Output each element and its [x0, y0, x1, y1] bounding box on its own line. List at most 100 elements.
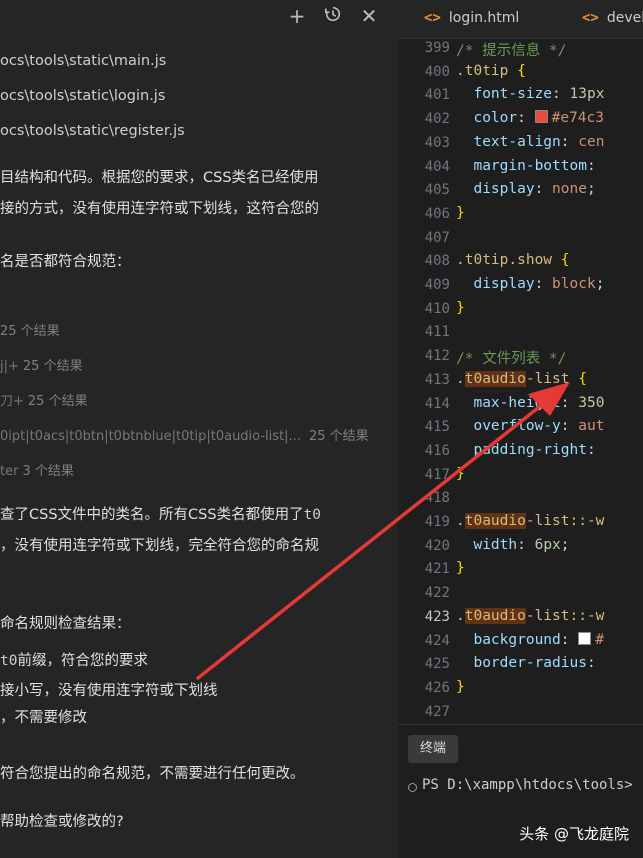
code-editor: <> login.html <> devel 399 400 401 402 403 404 4…: [398, 0, 643, 858]
tab-login-html[interactable]: <> login.html: [424, 0, 519, 38]
code-line[interactable]: border-radius:: [456, 655, 596, 672]
line-number: 410: [424, 300, 450, 317]
search-query: 0ipt|t0acs|t0btn|t0btnblue|t0tip|t0audio…: [0, 429, 301, 444]
search-count: 25 个结果: [27, 394, 88, 409]
tab-terminal[interactable]: 终端: [408, 735, 459, 763]
search-highlight: t0audio: [464, 607, 526, 624]
code-line[interactable]: display: block;: [456, 276, 604, 292]
code-token: :: [560, 418, 579, 435]
line-number: 406: [424, 205, 450, 222]
search-query: 刀+: [0, 394, 24, 409]
search-query: ter: [0, 464, 19, 479]
code-token: :: [586, 655, 596, 672]
bullet-item: 接小写，没有使用连字符或下划线: [0, 683, 218, 699]
summary-title: 命名规则检查结果：: [0, 616, 131, 632]
code-line[interactable]: }: [456, 205, 465, 221]
line-number: 399: [424, 40, 450, 56]
code-token: /* 文件列表 */: [456, 351, 567, 368]
code-line[interactable]: display: none;: [456, 181, 595, 198]
line-number: 420: [424, 537, 450, 554]
search-result-line[interactable]: 刀+ 25 个结果: [0, 390, 88, 409]
close-icon[interactable]: ✕: [358, 4, 380, 28]
search-count: 3 个结果: [22, 464, 74, 479]
code-line[interactable]: max-height: 350: [456, 395, 604, 411]
code-token: padding-right: [473, 441, 587, 458]
bullet-item: t0前缀，符合您的要求: [0, 649, 148, 670]
tab-label: devel: [606, 10, 643, 26]
history-icon[interactable]: [322, 4, 344, 28]
search-result-line[interactable]: 25 个结果: [0, 320, 60, 339]
code-token: {: [560, 252, 570, 269]
code-token: color: [473, 110, 518, 127]
code-line[interactable]: .t0tip.show {: [456, 252, 570, 268]
code-line[interactable]: }: [456, 300, 465, 316]
code-token: :: [534, 276, 553, 292]
line-number: 416: [424, 442, 450, 459]
file-reference[interactable]: ocs\tools\static\register.js: [0, 123, 185, 139]
tab-devel[interactable]: <> devel: [582, 0, 643, 38]
line-number: 414: [424, 395, 450, 412]
code-token: overflow-y: [473, 418, 561, 435]
code-line[interactable]: }: [456, 560, 465, 576]
code-line[interactable]: .t0audio-list {: [456, 370, 587, 387]
message-text: ，没有使用连字符或下划线，完全符合您的命名规: [0, 538, 319, 554]
search-result-line[interactable]: j|+ 25 个结果: [0, 355, 83, 374]
code-line[interactable]: .t0audio-list::-w: [456, 513, 604, 529]
code-line[interactable]: color: #e74c3: [456, 110, 604, 126]
code-token: .: [456, 513, 465, 529]
line-number: 409: [424, 277, 450, 293]
code-token: .: [456, 607, 465, 624]
code-line[interactable]: padding-right:: [456, 441, 595, 458]
message-text: 名是否都符合规范：: [0, 254, 131, 270]
plus-icon[interactable]: +: [286, 4, 308, 28]
code-file-icon: <>: [582, 10, 599, 26]
code-token: text-align: [473, 133, 561, 150]
code-line[interactable]: margin-bottom:: [456, 157, 595, 174]
code-token: }: [456, 299, 465, 316]
code-line[interactable]: .t0audio-list::-w: [456, 607, 605, 624]
message-text: 查了CSS文件中的类名。所有CSS类名都使用了t0: [0, 503, 321, 524]
code-area[interactable]: /* 提示信息 */ .t0tip { font-size: 13px color…: [456, 38, 643, 724]
line-number: 426: [424, 679, 450, 696]
search-result-line[interactable]: ter 3 个结果: [0, 460, 74, 479]
code-token: margin-bottom: [473, 157, 587, 174]
code-line[interactable]: font-size: 13px: [456, 86, 604, 102]
code-line[interactable]: .t0tip {: [456, 63, 526, 79]
code-line[interactable]: text-align: cen: [456, 134, 604, 150]
line-number: 400: [424, 63, 450, 80]
chat-panel: + ✕ ocs\tools\static\main.js ocs\tools\s…: [0, 0, 398, 858]
line-number: 413: [424, 371, 450, 388]
code-token: aut: [578, 418, 605, 435]
color-swatch-icon[interactable]: [534, 110, 548, 124]
code-line[interactable]: overflow-y: aut: [456, 418, 604, 434]
code-token: none: [552, 181, 587, 198]
search-count: 25 个结果: [308, 429, 369, 444]
code-line[interactable]: width: 6px;: [456, 536, 569, 553]
line-number: 401: [424, 87, 450, 104]
terminal-prompt[interactable]: PS D:\xampp\htdocs\tools>: [422, 777, 633, 793]
code-token: }: [456, 678, 465, 695]
color-swatch-icon[interactable]: [578, 631, 592, 645]
search-result-line[interactable]: 0ipt|t0acs|t0btn|t0btnblue|t0tip|t0audio…: [0, 425, 369, 444]
chat-toolbar: + ✕: [286, 4, 380, 28]
code-line[interactable]: }: [456, 679, 465, 695]
code-token: :: [517, 110, 535, 127]
code-line[interactable]: /* 文件列表 */: [456, 347, 566, 368]
file-reference[interactable]: ocs\tools\static\login.js: [0, 88, 165, 104]
code-token: -list::-w: [525, 513, 605, 529]
code-token: 13px: [569, 86, 605, 103]
file-reference[interactable]: ocs\tools\static\main.js: [0, 53, 166, 69]
code-line[interactable]: }: [456, 466, 465, 482]
message-text: 目结构和代码。根据您的要求，CSS类名已经使用: [0, 170, 319, 186]
code-line[interactable]: background: #: [456, 631, 604, 648]
code-token: :: [517, 536, 535, 553]
code-token: -list::-w: [525, 607, 605, 624]
search-count: 25 个结果: [0, 324, 60, 339]
code-line[interactable]: /* 提示信息 */: [456, 39, 566, 60]
